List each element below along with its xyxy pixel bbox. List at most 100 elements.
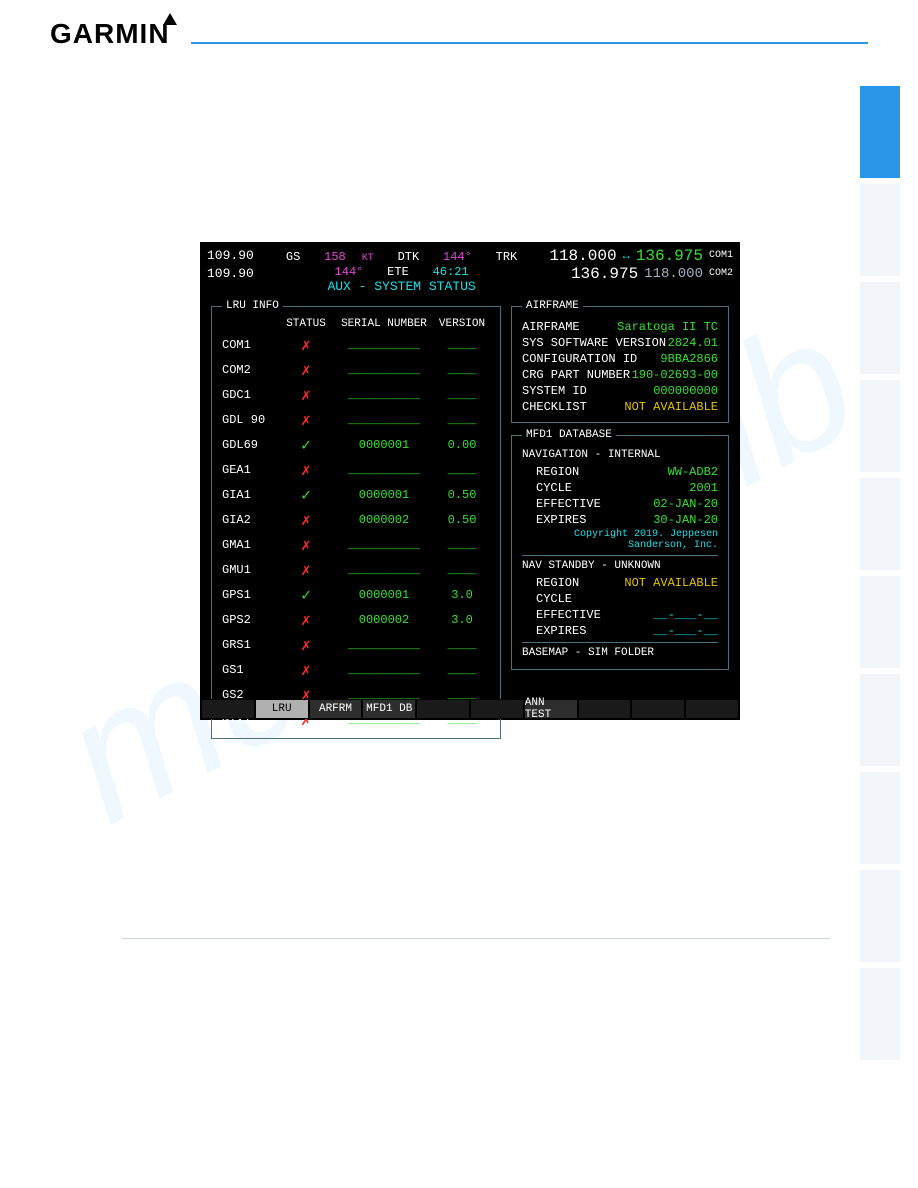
- db-key: EFFECTIVE: [536, 608, 601, 622]
- tab-active[interactable]: [860, 86, 900, 178]
- lru-name: GEA1: [222, 463, 278, 477]
- status-fail-icon: ✗: [278, 610, 334, 630]
- lru-name: GIA2: [222, 513, 278, 527]
- avionics-display: 109.90 109.90 GS 158KT DTK 144° TRK 144°…: [200, 242, 740, 720]
- softkey[interactable]: [578, 699, 632, 719]
- status-fail-icon: ✗: [278, 560, 334, 580]
- db-key: CYCLE: [536, 592, 572, 606]
- status-fail-icon: ✗: [278, 460, 334, 480]
- lru-serial: 0000002: [334, 613, 434, 627]
- softkey[interactable]: MFD1 DB: [362, 699, 416, 719]
- softkey-bar: LRUARFRMMFD1 DB ANN TEST: [201, 699, 739, 719]
- db-row: REGION WW-ADB2: [536, 465, 718, 479]
- lru-row: GIA1✓00000010.50: [222, 482, 490, 507]
- status-fail-icon: ✗: [278, 410, 334, 430]
- lru-serial: __________: [334, 638, 434, 652]
- lru-serial: __________: [334, 538, 434, 552]
- db-row: EFFECTIVE02-JAN-20: [536, 497, 718, 511]
- section-tabs: [860, 86, 900, 1066]
- tab-2[interactable]: [860, 184, 900, 276]
- db-row: CYCLE2001: [536, 481, 718, 495]
- tab-3[interactable]: [860, 282, 900, 374]
- db-value: 2001: [689, 481, 718, 495]
- airframe-value: 2824.01: [668, 336, 718, 350]
- tab-8[interactable]: [860, 772, 900, 864]
- lru-row: GRS1✗______________: [222, 632, 490, 657]
- status-fail-icon: ✗: [278, 535, 334, 555]
- lru-serial: 0000002: [334, 513, 434, 527]
- nav2-freq: 109.90: [207, 265, 254, 283]
- com1-label: COM1: [709, 247, 733, 265]
- lru-name: GS1: [222, 663, 278, 677]
- lru-version: ____: [434, 538, 490, 552]
- col-status: STATUS: [278, 318, 334, 330]
- lru-name: GDL 90: [222, 413, 278, 427]
- tab-9[interactable]: [860, 870, 900, 962]
- lru-version: ____: [434, 338, 490, 352]
- lru-name: GMU1: [222, 563, 278, 577]
- lru-version: 3.0: [434, 613, 490, 627]
- softkey[interactable]: [631, 699, 685, 719]
- airframe-row: AIRFRAME Saratoga II TC: [522, 320, 718, 334]
- db-key: EXPIRES: [536, 513, 586, 527]
- db-row: EXPIRES__-___-__: [536, 624, 718, 638]
- ete-value: 46:21: [433, 265, 469, 279]
- status-fail-icon: ✗: [278, 360, 334, 380]
- db-key: REGION: [536, 465, 579, 479]
- tab-4[interactable]: [860, 380, 900, 472]
- airframe-row: CHECKLISTNOT AVAILABLE: [522, 400, 718, 414]
- lru-serial: __________: [334, 388, 434, 402]
- lru-name: GPS1: [222, 588, 278, 602]
- airframe-row: SYSTEM ID000000000: [522, 384, 718, 398]
- lru-row: GS1✗______________: [222, 657, 490, 682]
- lru-row: GMA1✗______________: [222, 532, 490, 557]
- lru-version: 0.50: [434, 513, 490, 527]
- com1-standby: 118.000: [549, 247, 616, 265]
- db-row: EFFECTIVE__-___-__: [536, 608, 718, 622]
- softkey[interactable]: [201, 699, 255, 719]
- tab-5[interactable]: [860, 478, 900, 570]
- softkey[interactable]: [470, 699, 524, 719]
- copyright-text: Copyright 2019. Jeppesen Sanderson, Inc.: [522, 529, 718, 551]
- softkey[interactable]: ARFRM: [309, 699, 363, 719]
- status-ok-icon: ✓: [278, 585, 334, 605]
- lru-row: GDL69✓00000010.00: [222, 432, 490, 457]
- lru-version: ____: [434, 363, 490, 377]
- lru-name: COM1: [222, 338, 278, 352]
- lru-row: GIA2✗00000020.50: [222, 507, 490, 532]
- tab-7[interactable]: [860, 674, 900, 766]
- softkey[interactable]: [416, 699, 470, 719]
- lru-serial: 0000001: [334, 438, 434, 452]
- lru-serial: __________: [334, 563, 434, 577]
- page-title: AUX - SYSTEM STATUS: [254, 279, 550, 294]
- lru-version: 3.0: [434, 588, 490, 602]
- softkey[interactable]: ANN TEST: [524, 699, 578, 719]
- airframe-value: Saratoga II TC: [617, 320, 718, 334]
- lru-serial: __________: [334, 413, 434, 427]
- mfd1-database-panel: MFD1 DATABASE NAVIGATION - INTERNAL REGI…: [511, 429, 729, 670]
- airframe-title: AIRFRAME: [522, 300, 583, 312]
- tab-10[interactable]: [860, 968, 900, 1060]
- airframe-value: 190-02693-00: [632, 368, 718, 382]
- lru-version: ____: [434, 413, 490, 427]
- nav-standby-title: NAV STANDBY - UNKNOWN: [522, 560, 718, 572]
- lru-serial: 0000001: [334, 588, 434, 602]
- brand-triangle-icon: [163, 13, 177, 25]
- softkey[interactable]: [685, 699, 739, 719]
- trk-value: 144°: [335, 265, 364, 279]
- airframe-key: AIRFRAME: [522, 320, 580, 334]
- db-value: WW-ADB2: [668, 465, 718, 479]
- airframe-value: NOT AVAILABLE: [624, 400, 718, 414]
- lru-row: COM1✗______________: [222, 332, 490, 357]
- airframe-key: CONFIGURATION ID: [522, 352, 637, 366]
- lru-row: COM2✗______________: [222, 357, 490, 382]
- softkey[interactable]: LRU: [255, 699, 309, 719]
- airframe-key: SYS SOFTWARE VERSION: [522, 336, 666, 350]
- brand-logo: GARMIN: [50, 18, 177, 50]
- com1-active: 136.975: [636, 247, 703, 265]
- basemap-title: BASEMAP - SIM FOLDER: [522, 647, 718, 659]
- airframe-row: SYS SOFTWARE VERSION2824.01: [522, 336, 718, 350]
- lru-info-panel: LRU INFO STATUS SERIAL NUMBER VERSION CO…: [211, 300, 501, 739]
- lru-name: GPS2: [222, 613, 278, 627]
- tab-6[interactable]: [860, 576, 900, 668]
